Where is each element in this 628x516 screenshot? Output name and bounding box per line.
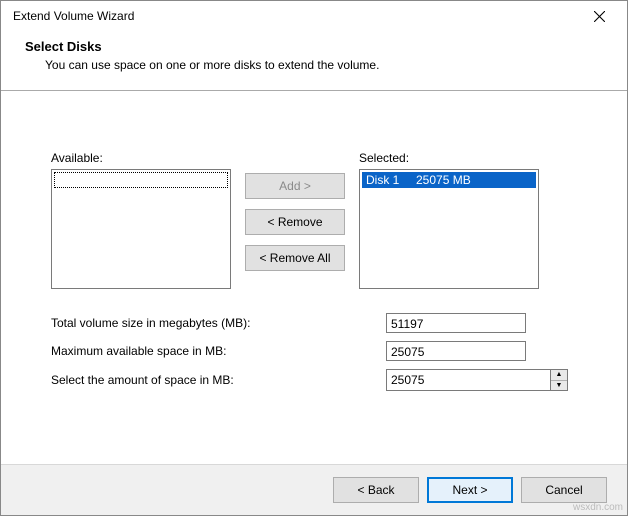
- selected-disk-item[interactable]: Disk 1 25075 MB: [362, 172, 536, 188]
- available-label: Available:: [51, 151, 231, 165]
- selected-listbox[interactable]: Disk 1 25075 MB: [359, 169, 539, 289]
- content-area: Available: Add > < Remove < Remove All S…: [1, 91, 627, 464]
- select-space-spinner: ▲ ▼: [386, 369, 568, 391]
- spinner-down-button[interactable]: ▼: [551, 381, 567, 391]
- close-button[interactable]: [579, 2, 619, 30]
- selected-column: Selected: Disk 1 25075 MB: [359, 151, 539, 289]
- remove-button[interactable]: < Remove: [245, 209, 345, 235]
- wizard-window: Extend Volume Wizard Select Disks You ca…: [0, 0, 628, 516]
- remove-all-button[interactable]: < Remove All: [245, 245, 345, 271]
- total-size-value: 51197: [386, 313, 526, 333]
- wizard-header: Select Disks You can use space on one or…: [1, 31, 627, 90]
- titlebar: Extend Volume Wizard: [1, 1, 627, 31]
- transfer-buttons: Add > < Remove < Remove All: [245, 151, 345, 271]
- selected-label: Selected:: [359, 151, 539, 165]
- spinner-up-button[interactable]: ▲: [551, 370, 567, 381]
- page-title: Select Disks: [25, 39, 603, 54]
- available-focus-rect: [54, 172, 228, 188]
- disk-picker: Available: Add > < Remove < Remove All S…: [51, 151, 577, 289]
- cancel-button[interactable]: Cancel: [521, 477, 607, 503]
- select-space-label: Select the amount of space in MB:: [51, 373, 386, 387]
- spinner-buttons: ▲ ▼: [550, 369, 568, 391]
- available-column: Available:: [51, 151, 231, 289]
- next-button[interactable]: Next >: [427, 477, 513, 503]
- page-subtitle: You can use space on one or more disks t…: [25, 58, 603, 72]
- back-button[interactable]: < Back: [333, 477, 419, 503]
- max-space-value: 25075: [386, 341, 526, 361]
- size-fields: Total volume size in megabytes (MB): 511…: [51, 313, 577, 391]
- select-space-input[interactable]: [386, 369, 550, 391]
- select-space-row: Select the amount of space in MB: ▲ ▼: [51, 369, 577, 391]
- add-button[interactable]: Add >: [245, 173, 345, 199]
- max-space-row: Maximum available space in MB: 25075: [51, 341, 577, 361]
- total-size-label: Total volume size in megabytes (MB):: [51, 316, 386, 330]
- wizard-footer: < Back Next > Cancel: [1, 464, 627, 515]
- max-space-label: Maximum available space in MB:: [51, 344, 386, 358]
- close-icon: [594, 11, 605, 22]
- available-listbox[interactable]: [51, 169, 231, 289]
- total-size-row: Total volume size in megabytes (MB): 511…: [51, 313, 577, 333]
- window-title: Extend Volume Wizard: [9, 9, 579, 23]
